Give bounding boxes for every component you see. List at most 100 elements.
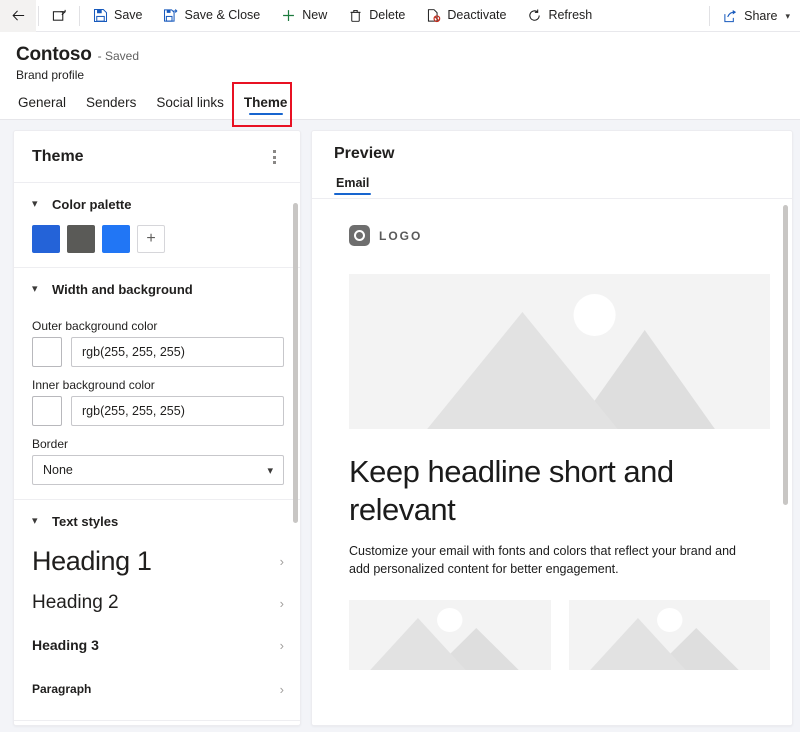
chevron-right-icon: › [279,595,284,611]
back-arrow-icon [10,8,26,24]
chevron-down-icon: ▾ [32,283,38,295]
card-placeholder-graphic [370,607,519,670]
inner-background-color-row: rgb(255, 255, 255) [32,396,284,426]
preview-body: LOGO Keep headline short and relevant Cu… [312,199,792,725]
theme-panel: Theme ▾ Color palette + ▾ Width and back… [13,130,301,726]
share-icon [722,8,738,24]
outer-background-color-chip[interactable] [32,337,62,367]
section-width-and-background: ▾ Width and background Outer background … [14,268,300,500]
text-style-paragraph[interactable]: Paragraph › [14,672,300,706]
tab-general[interactable]: General [16,91,76,119]
workspace: Theme ▾ Color palette + ▾ Width and back… [0,120,800,726]
open-in-new-window-button[interactable] [41,0,77,32]
email-body-text: Customize your email with fonts and colo… [349,543,736,576]
tab-senders[interactable]: Senders [76,91,146,119]
save-and-close-icon [163,8,179,24]
section-width-and-background-title: Width and background [52,282,193,297]
refresh-icon [526,8,542,24]
text-style-paragraph-label: Paragraph [32,682,92,696]
preview-title: Preview [334,145,395,162]
refresh-label: Refresh [548,8,593,23]
deactivate-button[interactable]: Deactivate [415,0,516,32]
theme-panel-title: Theme [32,148,84,165]
section-width-and-background-header[interactable]: ▾ Width and background [14,268,300,308]
section-color-palette-header[interactable]: ▾ Color palette [14,183,300,223]
preview-panel: Preview Email LOGO Keep headline short a… [311,130,793,726]
section-color-palette-title: Color palette [52,197,132,212]
share-button[interactable]: Share ▾ [712,0,800,32]
email-cards-row [349,599,770,670]
border-select[interactable]: None ▾ [32,455,284,485]
new-label: New [302,8,328,23]
more-options-icon[interactable] [264,145,284,169]
chevron-down-icon: ▾ [32,198,38,210]
text-style-heading-2[interactable]: Heading 2 › [14,586,300,620]
save-icon [92,8,108,24]
refresh-button[interactable]: Refresh [516,0,602,32]
preview-tab-email[interactable]: Email [334,172,372,198]
chevron-right-icon: › [279,681,284,697]
deactivate-icon [425,8,441,24]
trash-icon [347,8,363,24]
inner-background-color-chip[interactable] [32,396,62,426]
inner-background-color-input[interactable]: rgb(255, 255, 255) [71,396,284,426]
hero-placeholder-graphic [427,294,715,429]
save-button[interactable]: Save [82,0,153,32]
card-placeholder-graphic [589,607,739,670]
add-color-button[interactable]: + [137,225,165,253]
title-row: Contoso - Saved [16,44,784,66]
page-header: Contoso - Saved Brand profile General Se… [0,32,800,127]
preview-header: Preview Email [312,131,792,198]
border-label: Border [32,437,69,451]
text-style-heading-1[interactable]: Heading 1 › [14,544,300,578]
color-swatch-2[interactable] [67,225,95,253]
text-style-heading-1-label: Heading 1 [32,545,152,576]
logo-ring-shape [354,230,365,241]
text-style-heading-3-label: Heading 3 [32,637,99,653]
email-logo: LOGO [349,225,770,246]
logo-text: LOGO [379,228,423,243]
outer-background-color-row: rgb(255, 255, 255) [32,337,284,367]
form-tabs: General Senders Social links Theme [16,82,784,127]
color-swatch-1[interactable] [32,225,60,253]
new-button[interactable]: New [270,0,337,32]
outer-background-color-field: Outer background color rgb(255, 255, 255… [14,319,300,367]
popout-icon [51,8,67,24]
command-bar: Save Save & Close New Delete Deactivate [0,0,800,32]
chevron-down-icon: ▾ [32,515,38,527]
theme-panel-header: Theme [14,131,300,183]
preview-tabs: Email [334,172,792,198]
color-swatch-3[interactable] [102,225,130,253]
text-style-heading-3[interactable]: Heading 3 › [14,628,300,662]
tab-social-links[interactable]: Social links [146,91,234,119]
delete-button[interactable]: Delete [337,0,415,32]
section-text-styles-header[interactable]: ▾ Text styles [14,500,300,540]
text-style-heading-2-label: Heading 2 [32,592,119,613]
outer-background-color-label: Outer background color [32,319,158,333]
delete-label: Delete [369,8,406,23]
preview-scrollbar[interactable] [783,205,788,505]
plus-icon [280,8,296,24]
toolbar-divider-2 [79,5,80,26]
page-subtitle: Brand profile [16,68,85,82]
logo-icon [349,225,370,246]
chevron-right-icon: › [279,553,284,569]
toolbar-divider-1 [38,5,39,26]
email-headline: Keep headline short and relevant [349,454,674,527]
back-button[interactable] [0,0,36,32]
inner-background-color-label: Inner background color [32,378,155,392]
section-color-palette: ▾ Color palette + [14,183,300,268]
tab-theme[interactable]: Theme [234,91,298,119]
command-bar-right: Share ▾ [707,0,800,32]
hero-image-placeholder [349,274,770,429]
page-title: Contoso [16,44,92,65]
section-text-styles: ▾ Text styles Heading 1 › Heading 2 › He… [14,500,300,721]
section-text-styles-title: Text styles [52,514,119,529]
save-and-close-label: Save & Close [184,8,261,23]
chevron-down-icon: ▾ [267,464,273,477]
theme-panel-scrollbar[interactable] [293,203,298,523]
outer-background-color-input[interactable]: rgb(255, 255, 255) [71,337,284,367]
save-and-close-button[interactable]: Save & Close [153,0,271,32]
command-bar-actions: Save Save & Close New Delete Deactivate [82,0,602,31]
border-select-value: None [43,463,73,477]
